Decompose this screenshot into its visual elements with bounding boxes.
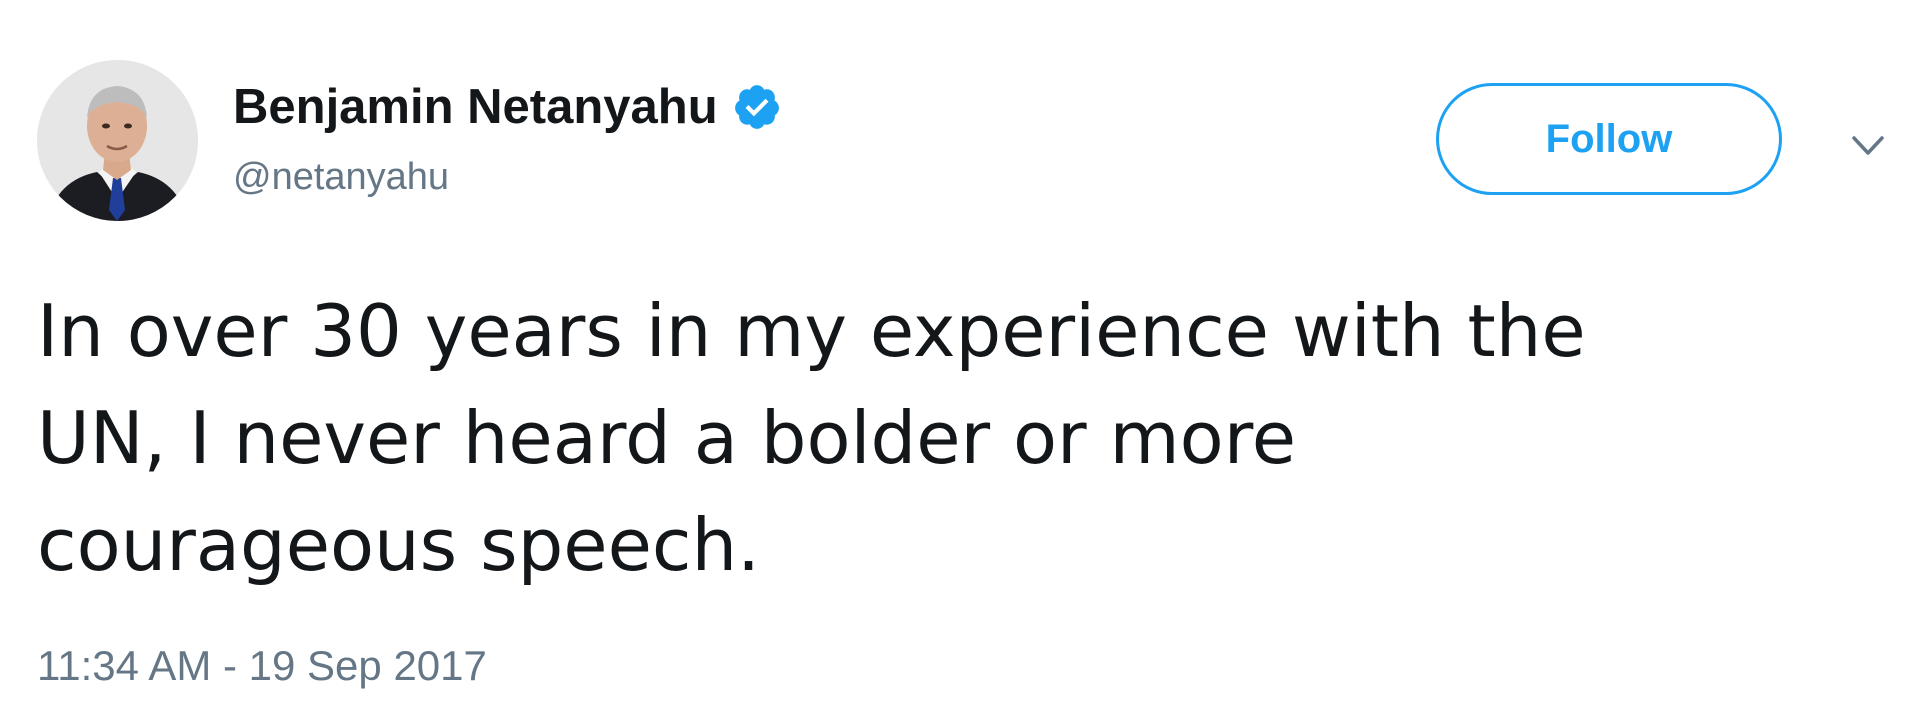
author-handle[interactable]: @netanyahu (233, 150, 449, 204)
verified-badge-icon (732, 82, 782, 132)
chevron-down-icon[interactable] (1848, 128, 1888, 164)
follow-button[interactable]: Follow (1436, 83, 1782, 195)
tweet-card: Benjamin Netanyahu @netanyahu Follow In … (0, 0, 1911, 724)
tweet-timestamp[interactable]: 11:34 AM - 19 Sep 2017 (37, 638, 487, 694)
author-display-name[interactable]: Benjamin Netanyahu (233, 72, 718, 142)
author-name-row[interactable]: Benjamin Netanyahu (233, 72, 782, 142)
avatar[interactable] (37, 60, 198, 221)
profile-photo-icon (37, 60, 198, 221)
tweet-text: In over 30 years in my experience with t… (37, 289, 1586, 587)
